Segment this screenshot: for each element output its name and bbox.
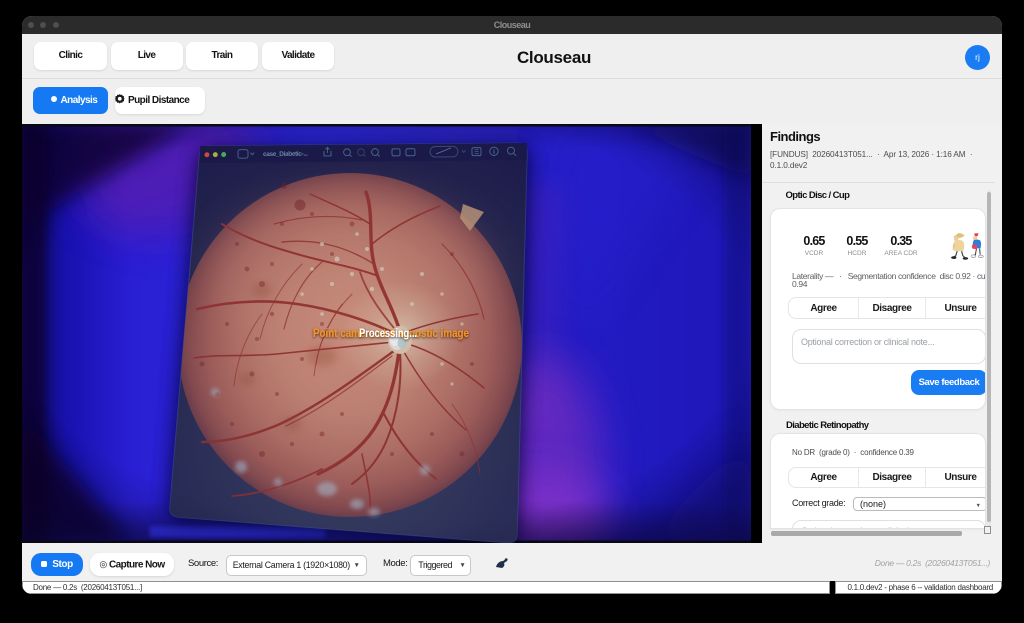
svg-text:Processing...: Processing...	[359, 328, 417, 340]
